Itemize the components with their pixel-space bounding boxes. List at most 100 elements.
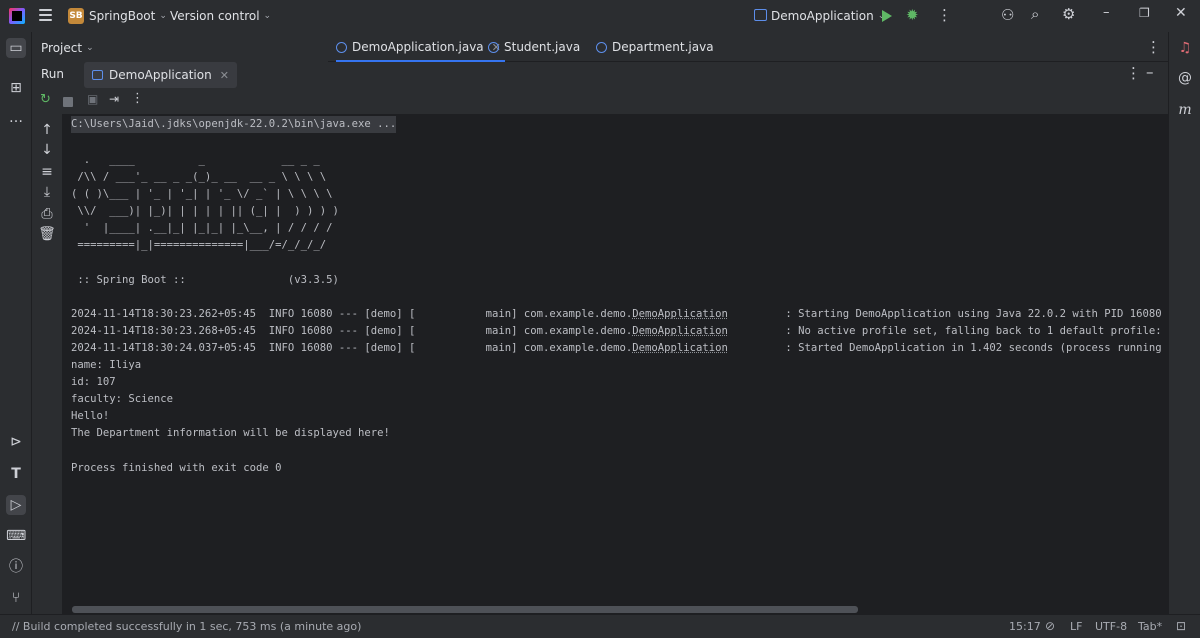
debug-icon[interactable]: ✹ bbox=[906, 6, 919, 24]
more-actions-icon[interactable]: ⋮ bbox=[937, 6, 952, 24]
right-tool-strip: ♫ @ m bbox=[1168, 32, 1200, 614]
indent-setting[interactable]: Tab* bbox=[1138, 620, 1162, 633]
run-tool-icon[interactable]: ▷ bbox=[6, 495, 26, 515]
close-tab-icon[interactable]: ✕ bbox=[220, 69, 229, 82]
log-line: 2024-11-14T18:30:23.268+05:45 INFO 16080… bbox=[71, 323, 1168, 340]
run-panel-header: Run DemoApplication ✕ ⋮ – bbox=[32, 62, 1168, 88]
left-tool-strip: ▭ ⊞ … ⊳ T ▷ ⌨ ⓘ ⑂ bbox=[0, 32, 32, 614]
add-user-icon[interactable]: ⚇ bbox=[1001, 6, 1014, 24]
maven-icon[interactable]: m bbox=[1175, 100, 1195, 120]
minimize-icon[interactable]: – bbox=[1103, 5, 1110, 20]
output-line: Hello! bbox=[71, 410, 110, 422]
log-prefix: 2024-11-14T18:30:24.037+05:45 INFO 16080… bbox=[71, 342, 633, 354]
run-config-selector[interactable]: DemoApplication ⌄ bbox=[771, 9, 885, 23]
more-tools-icon[interactable]: … bbox=[6, 108, 26, 128]
run-config-icon bbox=[754, 9, 767, 21]
vcs-label: Version control bbox=[170, 9, 260, 23]
line-separator[interactable]: LF bbox=[1070, 620, 1082, 633]
log-line: 2024-11-14T18:30:24.037+05:45 INFO 16080… bbox=[71, 340, 1168, 357]
notifications-icon[interactable]: ♫ bbox=[1175, 38, 1195, 58]
stop-icon[interactable] bbox=[63, 97, 73, 107]
java-class-icon bbox=[336, 41, 347, 53]
problems-tool-icon[interactable]: ⓘ bbox=[6, 557, 26, 577]
log-line: 2024-11-14T18:30:23.262+05:45 INFO 16080… bbox=[71, 306, 1168, 323]
tab-label: Student.java bbox=[504, 40, 581, 54]
banner-line: ' |____| .__|_| |_|_| |_\__, | / / / / bbox=[71, 222, 333, 234]
status-bar: // Build completed successfully in 1 sec… bbox=[0, 614, 1200, 638]
tabs-more-icon[interactable]: ⋮ bbox=[1146, 38, 1161, 56]
chevron-down-icon: ⌄ bbox=[86, 43, 94, 53]
search-icon[interactable]: ⌕ bbox=[1031, 5, 1039, 23]
status-message[interactable]: // Build completed successfully in 1 sec… bbox=[12, 620, 361, 633]
banner-line: \\/ ___)| |_)| | | | | || (_| | ) ) ) ) bbox=[71, 205, 339, 217]
lock-icon[interactable]: ⊡ bbox=[1176, 619, 1186, 633]
log-class-link[interactable]: DemoApplication bbox=[632, 308, 728, 320]
scroll-down-icon[interactable]: ↓ bbox=[37, 140, 57, 160]
intellij-logo-icon[interactable] bbox=[9, 8, 25, 24]
tab-department-java[interactable]: Department.java bbox=[596, 32, 714, 62]
title-bar: SB SpringBoot ⌄ Version control ⌄ DemoAppl… bbox=[0, 0, 1200, 32]
log-prefix: 2024-11-14T18:30:23.262+05:45 INFO 16080… bbox=[71, 308, 633, 320]
log-message: : Started DemoApplication in 1.402 secon… bbox=[727, 342, 1168, 354]
tab-student-java[interactable]: Student.java bbox=[488, 32, 580, 62]
close-window-icon[interactable]: ✕ bbox=[1175, 5, 1187, 21]
screenshot-icon[interactable]: ▣ bbox=[87, 92, 98, 106]
terminal-tool-icon[interactable]: ⌨ bbox=[6, 526, 26, 546]
output-line: id: 107 bbox=[71, 376, 116, 388]
chevron-down-icon: ⌄ bbox=[263, 11, 272, 21]
ai-assistant-icon[interactable]: @ bbox=[1175, 68, 1195, 88]
scroll-to-end-icon[interactable]: ⤓ bbox=[37, 182, 57, 202]
run-config-icon bbox=[92, 70, 103, 80]
run-tab-demoapplication[interactable]: DemoApplication ✕ bbox=[84, 62, 237, 88]
run-toolbar-more-icon[interactable]: ⋮ bbox=[131, 91, 144, 106]
output-line: The Department information will be displ… bbox=[71, 427, 390, 439]
banner-line: =========|_|==============|___/=/_/_/_/ bbox=[71, 239, 327, 251]
horizontal-scrollbar[interactable] bbox=[72, 606, 858, 613]
run-panel-options-icon[interactable]: ⋮ bbox=[1126, 64, 1141, 82]
project-tool-icon[interactable]: ▭ bbox=[6, 38, 26, 58]
print-icon[interactable]: ⎙ bbox=[37, 204, 57, 224]
git-tool-icon[interactable]: ⑂ bbox=[6, 588, 26, 608]
no-power-save-icon[interactable]: ⊘ bbox=[1045, 619, 1055, 633]
output-line: faculty: Science bbox=[71, 393, 174, 405]
project-selector[interactable]: SpringBoot ⌄ bbox=[89, 9, 167, 23]
run-icon[interactable] bbox=[882, 10, 892, 22]
project-badge[interactable]: SB bbox=[68, 8, 84, 24]
project-panel-title: Project bbox=[41, 41, 83, 55]
services-tool-icon[interactable]: ⊳ bbox=[6, 432, 26, 452]
banner-line: . ____ _ __ _ _ bbox=[71, 154, 320, 166]
tab-label: DemoApplication.java bbox=[352, 40, 484, 54]
project-panel-header: Project ⌄ bbox=[32, 32, 328, 62]
java-command-line[interactable]: C:\Users\Jaid\.jdks\openjdk-22.0.2\bin\j… bbox=[71, 116, 397, 133]
java-class-icon bbox=[488, 41, 499, 53]
run-toolbar: ↻ ▣ ⇥ ⋮ bbox=[32, 88, 1168, 114]
spring-boot-version: :: Spring Boot :: (v3.3.5) bbox=[71, 274, 339, 286]
settings-gear-icon[interactable]: ⚙ bbox=[1062, 5, 1075, 23]
caret-position[interactable]: 15:17 bbox=[1009, 620, 1041, 633]
output-line: name: Iliya bbox=[71, 359, 142, 371]
log-class-link[interactable]: DemoApplication bbox=[632, 325, 728, 337]
chevron-down-icon: ⌄ bbox=[159, 11, 167, 21]
tab-demoapplication-java[interactable]: DemoApplication.java ✕ bbox=[336, 32, 505, 62]
soft-wrap-icon[interactable]: ≡ bbox=[37, 162, 57, 182]
scroll-up-icon[interactable]: ↑ bbox=[37, 120, 57, 140]
file-encoding[interactable]: UTF-8 bbox=[1095, 620, 1127, 633]
tab-label: Department.java bbox=[612, 40, 714, 54]
structure-tool-icon[interactable]: ⊞ bbox=[6, 78, 26, 98]
exit-icon[interactable]: ⇥ bbox=[109, 92, 119, 106]
project-view-selector[interactable]: Project ⌄ bbox=[41, 41, 94, 55]
restore-icon[interactable]: ❐ bbox=[1139, 6, 1150, 20]
log-message: : No active profile set, falling back to… bbox=[727, 325, 1168, 337]
log-message: : Starting DemoApplication using Java 22… bbox=[727, 308, 1168, 320]
log-class-link[interactable]: DemoApplication bbox=[632, 342, 728, 354]
rerun-icon[interactable]: ↻ bbox=[40, 92, 51, 107]
hide-panel-icon[interactable]: – bbox=[1146, 63, 1154, 81]
run-config-label: DemoApplication bbox=[771, 9, 874, 23]
text-tool-icon[interactable]: T bbox=[6, 464, 26, 484]
main-menu-icon[interactable] bbox=[39, 9, 52, 23]
console-output[interactable]: C:\Users\Jaid\.jdks\openjdk-22.0.2\bin\j… bbox=[62, 114, 1168, 614]
run-tab-label: DemoApplication bbox=[109, 68, 212, 82]
console-side-actions: ↑ ↓ ≡ ⤓ ⎙ 🗑 bbox=[32, 114, 62, 614]
clear-trash-icon[interactable]: 🗑 bbox=[37, 224, 57, 244]
vcs-selector[interactable]: Version control ⌄ bbox=[170, 9, 271, 23]
